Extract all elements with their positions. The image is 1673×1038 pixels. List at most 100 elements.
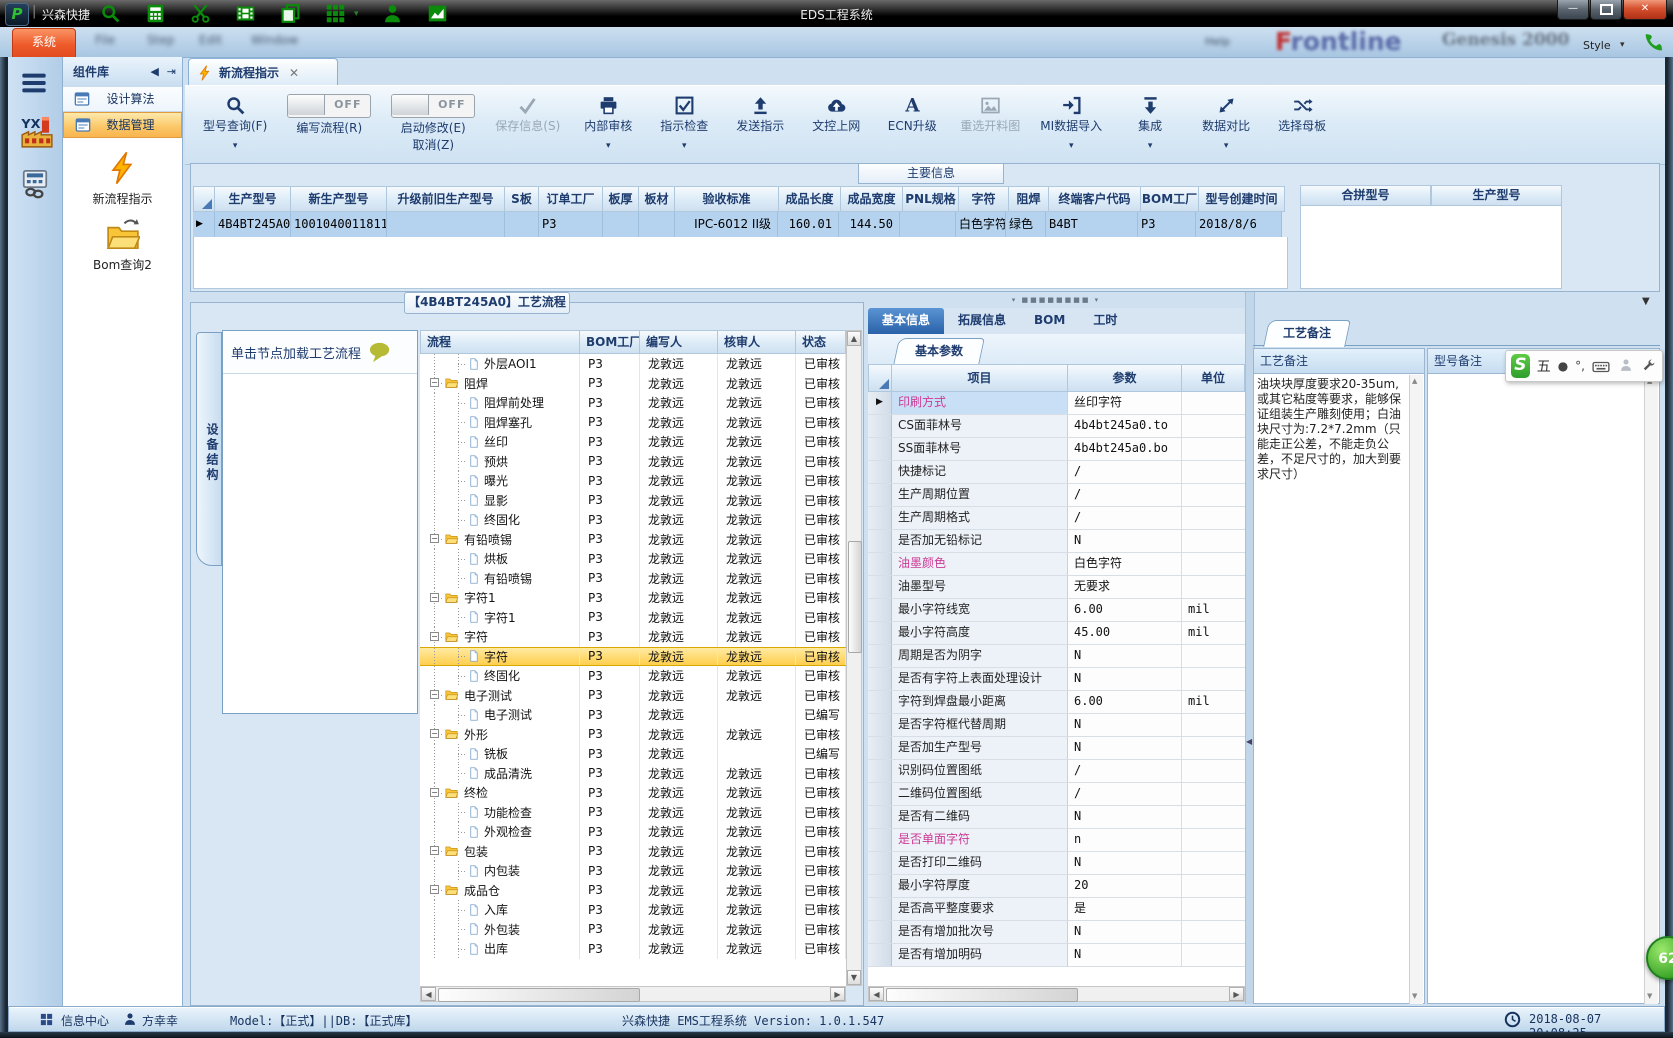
tree-node[interactable]: 内包装 xyxy=(420,861,580,881)
scroll-thumb[interactable] xyxy=(886,988,1078,1002)
yx-factory-icon[interactable]: YX xyxy=(20,112,53,152)
param-row-识别码位置图纸[interactable]: 识别码位置图纸 / xyxy=(868,760,1245,783)
dropdown-arrow-icon[interactable]: ▾ xyxy=(606,141,611,151)
param-row-是否有增加明码[interactable]: 是否有增加明码 N xyxy=(868,944,1245,967)
parameter-table-horizontal-scrollbar[interactable]: ◀ ▶ xyxy=(868,986,1245,1002)
sidebar-tool-bom-query[interactable]: Bom查询2 xyxy=(63,217,182,273)
ribbon-button-1[interactable]: 型号查询(F) ▾ xyxy=(193,90,277,153)
param-value[interactable]: N xyxy=(1068,737,1182,759)
param-row-油墨颜色[interactable]: 油墨颜色 白色字符 xyxy=(868,553,1245,576)
tree-row-外形[interactable]: − 外形 P3 龙敦远 龙敦远 已审核 xyxy=(420,724,846,744)
collapse-left-icon[interactable]: ◀ xyxy=(150,57,158,87)
tree-row-出库[interactable]: 出库 P3 龙敦远 龙敦远 已审核 xyxy=(420,939,846,959)
dock-right-icon[interactable]: ⇥ xyxy=(167,57,176,87)
flow-tree-vertical-scrollbar[interactable]: ▲ ▼ xyxy=(846,330,862,986)
param-row-是否有字符上表面处理设计[interactable]: 是否有字符上表面处理设计 N xyxy=(868,668,1245,691)
tree-node[interactable]: − 字符1 xyxy=(420,588,580,608)
tree-column-header-2[interactable]: BOM工厂 xyxy=(580,330,640,354)
param-value[interactable]: / xyxy=(1068,783,1182,805)
ribbon-button-14[interactable]: 选择母板 xyxy=(1264,90,1340,137)
param-value[interactable]: 丝印字符 xyxy=(1068,392,1182,414)
toggle-knob[interactable] xyxy=(392,95,430,115)
scroll-down-icon[interactable]: ▼ xyxy=(1647,992,1652,1000)
column-header-15[interactable]: BOM工厂 xyxy=(1141,186,1199,212)
column-header-7[interactable]: 板材 xyxy=(639,186,675,212)
tree-column-header-1[interactable]: 流程 xyxy=(420,330,580,354)
ime-chinese-mode-icon[interactable]: 五 xyxy=(1537,356,1551,376)
craft-remark-textarea[interactable]: 油块块厚度要求20-35um,或其它粘度等要求，能够保证组装生产雕刻使用；白油块… xyxy=(1253,374,1425,1004)
param-value[interactable]: 4b4bt245a0.to xyxy=(1068,415,1182,437)
calculator-link-icon[interactable] xyxy=(20,169,50,199)
person-icon[interactable] xyxy=(382,3,404,25)
param-row-周期是否为阴字[interactable]: 周期是否为阴字 N xyxy=(868,645,1245,668)
column-header-3[interactable]: 升级前旧生产型号 xyxy=(387,186,505,212)
tree-expander-icon[interactable]: − xyxy=(430,378,439,388)
param-value[interactable]: N xyxy=(1068,714,1182,736)
ime-toolbar[interactable]: S 五 ● °, xyxy=(1505,350,1663,382)
tree-node[interactable]: 功能检查 xyxy=(420,802,580,822)
tree-node[interactable]: − 阻焊 xyxy=(420,373,580,393)
ribbon-button-6[interactable]: 指示检查 ▾ xyxy=(646,90,722,153)
param-value[interactable]: 45.00 xyxy=(1068,622,1182,644)
param-value[interactable]: / xyxy=(1068,760,1182,782)
param-row-生产周期位置[interactable]: 生产周期位置 / xyxy=(868,484,1245,507)
person-icon[interactable] xyxy=(1619,358,1634,374)
param-row-CS面菲林号[interactable]: CS面菲林号 4b4bt245a0.to xyxy=(868,415,1245,438)
scroll-right-icon[interactable]: ▶ xyxy=(830,987,845,1001)
tree-node[interactable]: − 终检 xyxy=(420,783,580,803)
tab-基本信息[interactable]: 基本信息 xyxy=(868,308,945,334)
param-row-二维码位置图纸[interactable]: 二维码位置图纸 / xyxy=(868,783,1245,806)
column-header-10[interactable]: 成品宽度 xyxy=(841,186,903,212)
style-dropdown-icon[interactable]: ▾ xyxy=(1620,40,1625,50)
param-value[interactable]: N xyxy=(1068,944,1182,966)
scroll-thumb[interactable] xyxy=(848,541,862,653)
tab-BOM[interactable]: BOM xyxy=(1020,308,1079,334)
tree-column-header-4[interactable]: 核审人 xyxy=(718,330,796,354)
tree-row-电子测试[interactable]: − 电子测试 P3 龙敦远 龙敦远 已审核 xyxy=(420,685,846,705)
wrench-icon[interactable] xyxy=(1641,358,1657,374)
remarks-collapse-icon[interactable]: ▼ xyxy=(1642,296,1650,307)
tree-node[interactable]: 成品清洗 xyxy=(420,763,580,783)
param-value[interactable]: 无要求 xyxy=(1068,576,1182,598)
param-row-油墨型号[interactable]: 油墨型号 无要求 xyxy=(868,576,1245,599)
param-value[interactable]: N xyxy=(1068,530,1182,552)
flow-tree-horizontal-scrollbar[interactable]: ◀ ▶ xyxy=(420,986,846,1002)
param-row-SS面菲林号[interactable]: SS面菲林号 4b4bt245a0.bo xyxy=(868,438,1245,461)
hamburger-menu-icon[interactable] xyxy=(20,69,50,99)
ribbon-button-8[interactable]: 文控上网 xyxy=(798,90,874,137)
tree-node[interactable]: − 成品仓 xyxy=(420,880,580,900)
tree-row-终固化[interactable]: 终固化 P3 龙敦远 龙敦远 已审核 xyxy=(420,510,846,530)
param-value[interactable]: / xyxy=(1068,484,1182,506)
param-value[interactable]: n xyxy=(1068,829,1182,851)
tree-row-烘板[interactable]: 烘板 P3 龙敦远 龙敦远 已审核 xyxy=(420,549,846,569)
sidebar-item-data-management[interactable]: 数据管理 xyxy=(63,112,182,138)
param-row-最小字符高度[interactable]: 最小字符高度 45.00 mil xyxy=(868,622,1245,645)
column-header-6[interactable]: 板厚 xyxy=(603,186,639,212)
panel-drag-handle[interactable]: ▾ ■■■■■■■■ ▾ xyxy=(1010,296,1102,304)
param-row-生产周期格式[interactable]: 生产周期格式 / xyxy=(868,507,1245,530)
param-value[interactable]: 是 xyxy=(1068,898,1182,920)
tree-row-字符1[interactable]: − 字符1 P3 龙敦远 龙敦远 已审核 xyxy=(420,588,846,608)
tree-row-显影[interactable]: 显影 P3 龙敦远 龙敦远 已审核 xyxy=(420,490,846,510)
side-column-header[interactable]: 生产型号 xyxy=(1431,185,1562,206)
tree-row-阻焊前处理[interactable]: 阻焊前处理 P3 龙敦远 龙敦远 已审核 xyxy=(420,393,846,413)
scroll-left-icon[interactable]: ◀ xyxy=(869,987,884,1001)
param-value[interactable]: 4b4bt245a0.bo xyxy=(1068,438,1182,460)
tree-row-有铅喷锡[interactable]: 有铅喷锡 P3 龙敦远 龙敦远 已审核 xyxy=(420,568,846,588)
tree-node[interactable]: 曝光 xyxy=(420,471,580,491)
param-value[interactable]: 白色字符 xyxy=(1068,553,1182,575)
scroll-left-icon[interactable]: ◀ xyxy=(421,987,436,1001)
param-column-header-1[interactable]: 项目 xyxy=(892,364,1068,392)
param-value[interactable]: N xyxy=(1068,645,1182,667)
tree-row-功能检查[interactable]: 功能检查 P3 龙敦远 龙敦远 已审核 xyxy=(420,802,846,822)
param-row-是否加生产型号[interactable]: 是否加生产型号 N xyxy=(868,737,1245,760)
style-selector[interactable]: Style xyxy=(1583,39,1611,52)
tree-node[interactable]: 烘板 xyxy=(420,549,580,569)
param-value[interactable]: 6.00 xyxy=(1068,691,1182,713)
tree-expander-icon[interactable]: − xyxy=(430,592,439,602)
main-table-selected-row[interactable]: ▶ 4B4BT245A0 10010400118113 P3 IPC-6012 II级 1… xyxy=(193,212,1282,237)
chart-icon[interactable] xyxy=(427,3,449,25)
tree-row-字符1[interactable]: 字符1 P3 龙敦远 龙敦远 已审核 xyxy=(420,607,846,627)
param-row-是否单面字符[interactable]: 是否单面字符 n xyxy=(868,829,1245,852)
tree-node[interactable]: − 有铅喷锡 xyxy=(420,529,580,549)
